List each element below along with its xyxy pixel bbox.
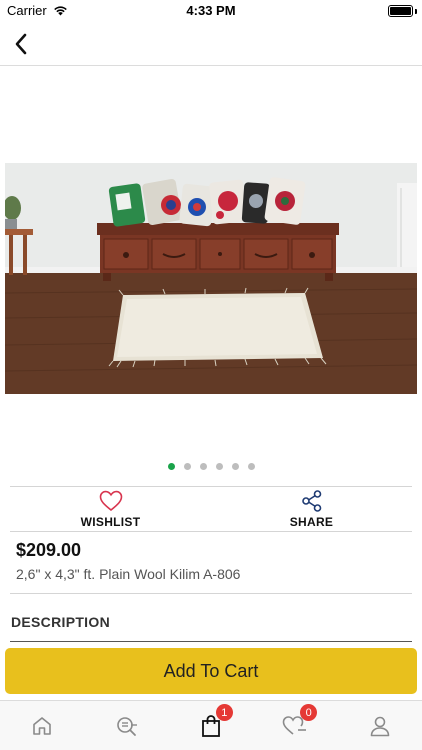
description-divider <box>10 641 412 642</box>
heart-icon <box>99 490 122 512</box>
add-to-cart-button[interactable]: Add To Cart <box>5 648 417 694</box>
product-price: $209.00 <box>16 540 82 560</box>
home-icon <box>33 716 52 735</box>
page-dot[interactable] <box>167 463 175 470</box>
tab-cart[interactable]: 1 <box>169 701 253 750</box>
status-bar: Carrier 4:33 PM <box>0 0 422 22</box>
product-name: 2,6" x 4,3" ft. Plain Wool Kilim A-806 <box>16 566 241 582</box>
wishlist-label: WISHLIST <box>80 515 141 529</box>
share-button[interactable]: SHARE <box>211 487 412 531</box>
wishlist-button[interactable]: WISHLIST <box>10 487 211 531</box>
wishlist-count-badge: 0 <box>300 704 318 721</box>
product-gallery[interactable] <box>0 67 422 477</box>
tab-home[interactable] <box>0 701 84 750</box>
page-dot[interactable] <box>215 463 223 470</box>
search-icon <box>116 716 137 736</box>
chevron-left-icon <box>15 33 27 55</box>
battery-icon <box>388 5 413 17</box>
product-image[interactable] <box>5 163 417 394</box>
status-time: 4:33 PM <box>186 3 236 18</box>
user-icon <box>370 716 390 736</box>
page-dot[interactable] <box>231 463 239 470</box>
page-dot[interactable] <box>183 463 191 470</box>
divider <box>10 593 412 594</box>
share-label: SHARE <box>289 515 334 529</box>
tab-search[interactable] <box>84 701 168 750</box>
page-dot[interactable] <box>199 463 207 470</box>
page-indicator[interactable] <box>0 463 422 470</box>
tab-bar: 1 0 <box>0 700 422 750</box>
share-icon <box>301 490 321 512</box>
page-dot[interactable] <box>247 463 255 470</box>
tab-wishlist[interactable]: 0 <box>253 701 337 750</box>
tab-profile[interactable] <box>338 701 422 750</box>
cart-count-badge: 1 <box>215 704 233 721</box>
battery-cap <box>415 9 417 14</box>
description-header[interactable]: DESCRIPTION <box>11 614 110 630</box>
back-button[interactable] <box>8 30 34 58</box>
navigation-bar <box>0 22 422 66</box>
product-actions: WISHLIST SHARE <box>10 486 412 532</box>
